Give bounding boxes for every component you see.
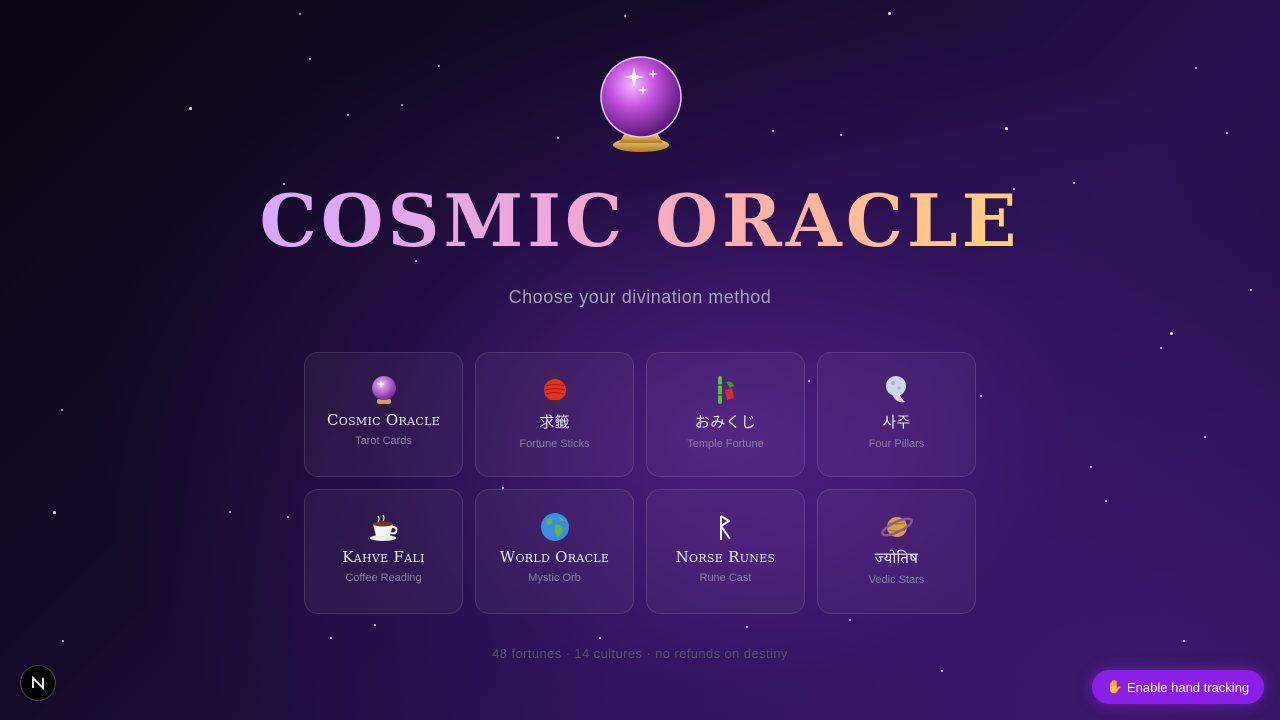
- method-subtitle: Rune Cast: [699, 572, 752, 584]
- page-subtitle: Choose your divination method: [508, 287, 772, 307]
- footer-tagline: 48 fortunes · 14 cultures · no refunds o…: [492, 646, 788, 661]
- method-subtitle: Vedic Stars: [868, 574, 925, 586]
- method-name: おみくじ: [694, 413, 757, 431]
- method-card-cosmic-oracle[interactable]: Cosmic Oracle Tarot Cards: [304, 352, 463, 477]
- method-name: 사주: [882, 413, 911, 431]
- method-card-norse-runes[interactable]: Norse Runes Rune Cast: [646, 489, 805, 614]
- n-logo-icon: [32, 675, 44, 691]
- method-card-four-pillars[interactable]: 사주 Four Pillars: [817, 352, 976, 477]
- ringed-planet-icon: [880, 510, 914, 544]
- rune-icon: [716, 510, 736, 544]
- method-subtitle: Temple Fortune: [687, 438, 764, 450]
- method-name: Cosmic Oracle: [327, 411, 440, 429]
- method-subtitle: Coffee Reading: [345, 572, 422, 584]
- page-title: COSMIC ORACLE: [259, 178, 1021, 263]
- enable-hand-tracking-button[interactable]: ✋ Enable hand tracking: [1092, 670, 1264, 704]
- method-name: World Oracle: [499, 548, 610, 566]
- method-card-world-oracle[interactable]: World Oracle Mystic Orb: [475, 489, 634, 614]
- hand-tracking-label: Enable hand tracking: [1127, 679, 1250, 695]
- method-card-coffee-reading[interactable]: Kahve Falı Coffee Reading: [304, 489, 463, 614]
- method-card-temple-fortune[interactable]: おみくじ Temple Fortune: [646, 352, 805, 477]
- method-name: Norse Runes: [675, 548, 776, 566]
- method-subtitle: Mystic Orb: [528, 572, 581, 584]
- method-subtitle: Tarot Cards: [355, 435, 412, 447]
- n-logo-badge[interactable]: [20, 665, 56, 701]
- crystal-ball-icon: [599, 55, 683, 155]
- raised-hand-icon: ✋: [1106, 679, 1124, 694]
- method-name: ज्योतिष: [874, 549, 919, 567]
- method-grid: Cosmic Oracle Tarot Cards 求籤 Fortune Sti…: [304, 352, 976, 614]
- globe-icon: [539, 510, 571, 544]
- method-name: 求籤: [539, 413, 570, 431]
- method-subtitle: Four Pillars: [868, 438, 925, 450]
- bamboo-fortune-icon: [712, 373, 740, 407]
- crystal-ball-icon: [369, 373, 399, 407]
- method-subtitle: Fortune Sticks: [519, 438, 590, 450]
- method-card-vedic-stars[interactable]: ज्योतिष Vedic Stars: [817, 489, 976, 614]
- red-lantern-icon: [542, 373, 568, 407]
- method-name: Kahve Falı: [342, 548, 425, 566]
- moon-viewing-icon: [883, 373, 911, 407]
- coffee-cup-icon: [368, 510, 400, 544]
- method-card-fortune-sticks[interactable]: 求籤 Fortune Sticks: [475, 352, 634, 477]
